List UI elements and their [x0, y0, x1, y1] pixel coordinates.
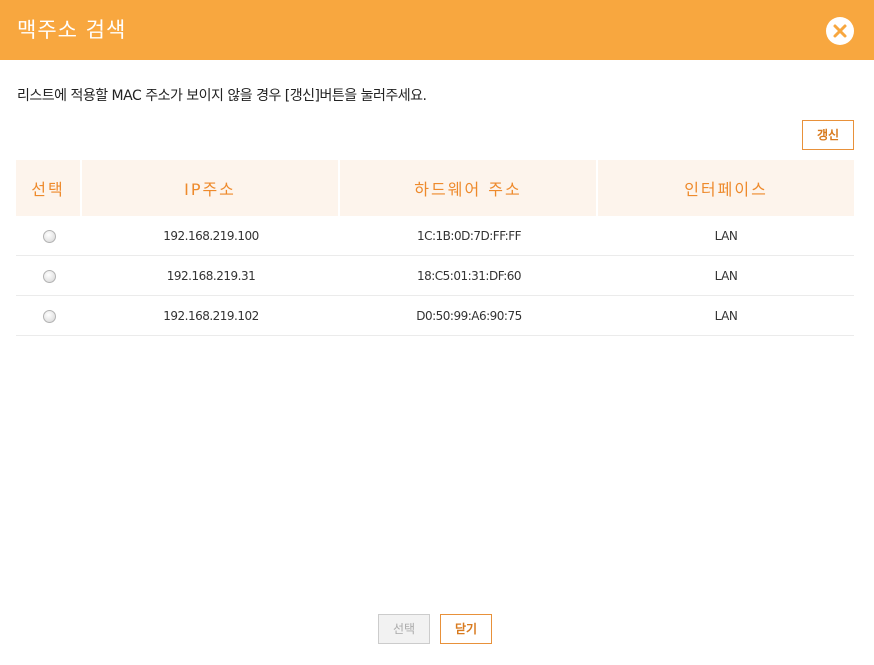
mac-address-table: 선택 IP주소 하드웨어 주소 인터페이스 192.168.219.100 1C… — [16, 160, 854, 336]
row-radio-button[interactable] — [42, 229, 56, 243]
ip-cell: 192.168.219.102 — [82, 296, 340, 336]
table-header-row: 선택 IP주소 하드웨어 주소 인터페이스 — [16, 160, 854, 216]
mac-cell: 18:C5:01:31:DF:60 — [340, 256, 598, 296]
mac-cell: D0:50:99:A6:90:75 — [340, 296, 598, 336]
mac-cell: 1C:1B:0D:7D:FF:FF — [340, 216, 598, 256]
dialog-title: 맥주소 검색 — [17, 18, 127, 42]
close-dialog-button[interactable]: 닫기 — [440, 614, 492, 644]
column-header-mac: 하드웨어 주소 — [340, 160, 598, 216]
row-radio-button[interactable] — [42, 309, 56, 323]
interface-cell: LAN — [598, 256, 854, 296]
table-row[interactable]: 192.168.219.31 18:C5:01:31:DF:60 LAN — [16, 256, 854, 296]
select-button[interactable]: 선택 — [378, 614, 430, 644]
dialog-header: 맥주소 검색 — [0, 0, 874, 60]
ip-cell: 192.168.219.31 — [82, 256, 340, 296]
ip-cell: 192.168.219.100 — [82, 216, 340, 256]
column-header-ip: IP주소 — [82, 160, 340, 216]
row-radio-button[interactable] — [42, 269, 56, 283]
close-button[interactable] — [826, 17, 854, 45]
refresh-button[interactable]: 갱신 — [802, 120, 854, 150]
column-header-select: 선택 — [16, 160, 82, 216]
close-icon — [833, 24, 847, 38]
column-header-interface: 인터페이스 — [598, 160, 854, 216]
table-row[interactable]: 192.168.219.100 1C:1B:0D:7D:FF:FF LAN — [16, 216, 854, 256]
interface-cell: LAN — [598, 296, 854, 336]
table-row[interactable]: 192.168.219.102 D0:50:99:A6:90:75 LAN — [16, 296, 854, 336]
instruction-text: 리스트에 적용할 MAC 주소가 보이지 않을 경우 [갱신]버튼을 눌러주세요… — [17, 88, 427, 104]
interface-cell: LAN — [598, 216, 854, 256]
